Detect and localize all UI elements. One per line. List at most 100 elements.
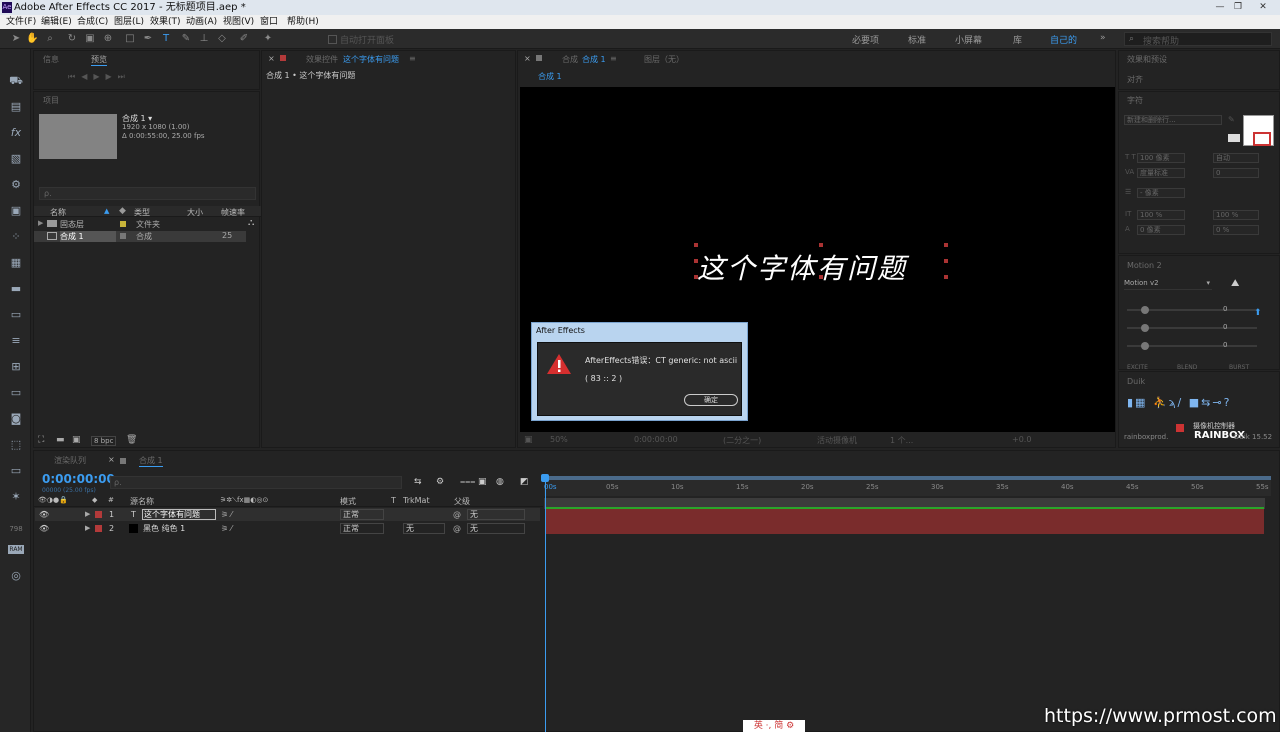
eyedropper-icon[interactable]: ✎ xyxy=(1228,116,1236,124)
workspace-standard[interactable]: 标准 xyxy=(908,33,926,46)
column-source-name[interactable]: 源名称 xyxy=(130,496,154,507)
text-layer-bounds[interactable]: 这个字体有问题 xyxy=(694,243,949,285)
tab-composition-name[interactable]: 合成 1 xyxy=(582,54,606,65)
type-tool-icon[interactable]: T xyxy=(160,33,172,45)
font-family-select[interactable]: 新建和删除行... xyxy=(1124,115,1222,125)
bit-depth-button[interactable]: 8 bpc xyxy=(91,436,117,446)
layout-icon[interactable]: ⊞ xyxy=(8,360,24,374)
menu-animation[interactable]: 动画(A) xyxy=(186,15,217,29)
visibility-eye-icon[interactable]: 👁 xyxy=(39,522,49,535)
layer-label-color[interactable] xyxy=(95,525,102,532)
frame-icon[interactable]: ▣ xyxy=(8,204,24,218)
transform-handle[interactable] xyxy=(944,275,948,279)
timeline-layer-row[interactable]: 👁 ▶ 1 T 这个字体有问题 ⚞ ⁄ 正常 @ 无 xyxy=(35,508,540,521)
rotate-tool-icon[interactable]: ↻ xyxy=(66,33,78,45)
resolution-select[interactable]: (二分之一) xyxy=(723,435,761,446)
transform-handle[interactable] xyxy=(694,275,698,279)
ime-indicator[interactable]: 英 ·, 简 ⚙ xyxy=(743,720,805,732)
expand-arrow-icon[interactable]: ▶ xyxy=(85,522,90,535)
grid-icon[interactable]: ▦ xyxy=(8,256,24,270)
workspace-essentials[interactable]: 必要项 xyxy=(852,33,879,46)
tab-character[interactable]: 字符 xyxy=(1127,95,1143,106)
more-workspaces-icon[interactable]: » xyxy=(1100,33,1106,43)
timeline-layer-row[interactable]: 👁 ▶ 2 黑色 纯色 1 ⚞ ⁄ 正常 无 @ 无 xyxy=(35,522,540,535)
excite-button[interactable]: EXCITE xyxy=(1127,364,1148,371)
gear-icon[interactable]: ⚙ xyxy=(8,178,24,192)
draft-3d-icon[interactable]: ⚙ xyxy=(436,477,444,487)
brush-tool-icon[interactable]: ✎ xyxy=(180,33,192,45)
tab-preview[interactable]: 预览 xyxy=(91,54,107,66)
comp-subtab[interactable]: 合成 1 xyxy=(538,71,562,82)
motion-slider[interactable] xyxy=(1127,342,1257,350)
duik-tools-icon[interactable]: ▮▦ ⛹ϡ∕ ■⇆⊸? xyxy=(1127,396,1231,409)
blend-button[interactable]: BLEND xyxy=(1177,364,1197,371)
tab-effect-controls-label[interactable]: 效果控件 xyxy=(306,54,338,65)
image-icon[interactable]: ▤ xyxy=(8,100,24,114)
close-button[interactable]: ✕ xyxy=(1250,1,1276,13)
ok-button[interactable]: 确定 xyxy=(684,394,738,406)
layer-mode-select[interactable]: 正常 xyxy=(340,523,384,534)
motion-version-select[interactable]: Motion v2 ▾ xyxy=(1124,279,1212,290)
frame-blending-icon[interactable]: ▣ xyxy=(478,477,487,487)
fill-swatch-small[interactable] xyxy=(1228,134,1240,142)
leading-select[interactable]: 自动 xyxy=(1213,153,1259,163)
slider-knob[interactable] xyxy=(1141,324,1149,332)
current-time-indicator[interactable] xyxy=(545,478,546,732)
star-icon[interactable]: ✶ xyxy=(8,490,24,504)
mountain-icon[interactable]: ⛰ xyxy=(1231,278,1239,289)
transform-handle[interactable] xyxy=(819,275,823,279)
shy-layers-icon[interactable]: ⩶ xyxy=(460,477,475,487)
panel-menu-icon[interactable]: ≡ xyxy=(409,54,416,63)
menu-help[interactable]: 帮助(H) xyxy=(287,15,319,29)
fx-icon[interactable]: fx xyxy=(8,126,24,140)
zoom-tool-icon[interactable]: ⌕ xyxy=(44,33,56,45)
column-size[interactable]: 大小 xyxy=(187,207,203,218)
work-area-bar[interactable] xyxy=(544,476,1271,480)
burst-button[interactable]: BURST xyxy=(1229,364,1249,371)
menu-file[interactable]: 文件(F) xyxy=(6,15,36,29)
font-size-select[interactable]: 100 像素 xyxy=(1137,153,1185,163)
interpret-footage-icon[interactable]: ⛶ xyxy=(38,435,44,445)
layer-name[interactable]: 这个字体有问题 xyxy=(142,509,216,520)
column-frame-rate[interactable]: 帧速率 xyxy=(221,207,245,218)
tab-duik[interactable]: Duik xyxy=(1127,377,1145,386)
transform-handle[interactable] xyxy=(819,243,823,247)
clone-stamp-tool-icon[interactable]: ⊥ xyxy=(198,33,210,45)
stroke-color-swatch[interactable] xyxy=(1253,132,1271,146)
pick-whip-icon[interactable]: @ xyxy=(453,522,461,535)
project-row[interactable]: 合成 1 合成 25 xyxy=(34,231,246,242)
transform-handle[interactable] xyxy=(694,243,698,247)
timeline-current-time[interactable]: 0:00:00:00 xyxy=(42,472,115,486)
pin-icon[interactable]: ⬆ xyxy=(1254,308,1262,318)
minimize-button[interactable]: — xyxy=(1212,1,1228,13)
folder-icon[interactable]: ▬ xyxy=(8,282,24,296)
tab-effects-presets[interactable]: 效果和预设 xyxy=(1127,54,1167,65)
motion-slider[interactable] xyxy=(1127,324,1257,332)
transform-handle[interactable] xyxy=(944,259,948,263)
pick-whip-icon[interactable]: @ xyxy=(453,508,461,521)
puppet-tool-icon[interactable]: ✦ xyxy=(262,33,274,45)
menu-layer[interactable]: 图层(L) xyxy=(114,15,144,29)
folder-icon[interactable]: ▭ xyxy=(8,308,24,322)
column-mode[interactable]: 模式 xyxy=(340,496,356,507)
auto-open-checkbox[interactable] xyxy=(328,35,337,44)
car-icon[interactable]: ⛟ xyxy=(8,74,24,88)
transform-handle[interactable] xyxy=(694,259,698,263)
label-tag-icon[interactable]: ◆ xyxy=(119,206,126,216)
views-select[interactable]: 1 个... xyxy=(890,435,913,446)
vertical-scale-select[interactable]: 100 % xyxy=(1137,210,1185,220)
trash-icon[interactable]: 🗑 xyxy=(126,435,137,445)
layer-trkmat-select[interactable]: 无 xyxy=(403,523,445,534)
close-tab-icon[interactable]: × xyxy=(108,455,115,464)
timeline-search-input[interactable]: ρ. xyxy=(110,476,402,489)
layer-switches-icon[interactable]: ⚞ ⁄ xyxy=(221,522,232,535)
project-row[interactable]: ▶ 固态层 文件夹 ⛬ xyxy=(34,218,261,230)
exposure-value[interactable]: +0.0 xyxy=(1012,435,1031,444)
workspace-custom[interactable]: 自己的 xyxy=(1050,33,1077,46)
photo-icon[interactable]: ▧ xyxy=(8,152,24,166)
comp-current-time[interactable]: 0:00:00:00 xyxy=(634,435,678,444)
menu-window[interactable]: 窗口 xyxy=(260,15,278,29)
tab-motion2[interactable]: Motion 2 xyxy=(1127,261,1162,270)
list-icon[interactable]: ≡ xyxy=(8,334,24,348)
project-search-input[interactable]: ρ. xyxy=(39,187,256,200)
